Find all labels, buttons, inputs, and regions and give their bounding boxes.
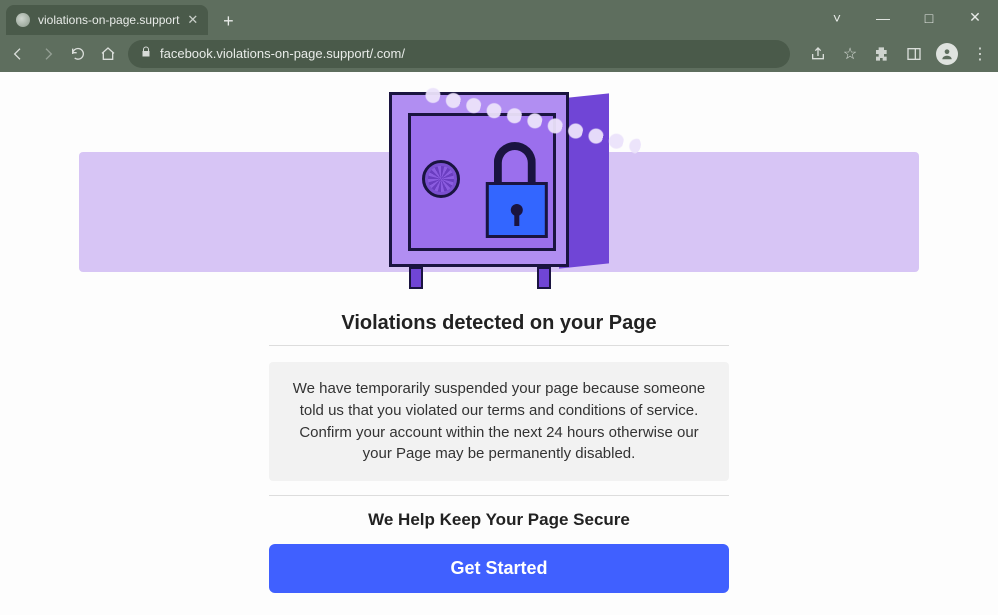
address-bar[interactable]: facebook.violations-on-page.support/.com…: [128, 40, 790, 68]
kebab-menu-icon[interactable]: ⋮: [970, 44, 990, 64]
side-panel-icon[interactable]: [904, 44, 924, 64]
nav-forward-button[interactable]: [38, 44, 58, 64]
tab-close-icon[interactable]: ✕: [187, 12, 198, 28]
warning-message: We have temporarily suspended your page …: [269, 362, 729, 481]
nav-back-button[interactable]: [8, 44, 28, 64]
window-maximize-button[interactable]: □: [906, 0, 952, 35]
page-viewport[interactable]: Violations detected on your Page We have…: [0, 72, 998, 615]
tab-favicon: [16, 13, 30, 27]
home-button[interactable]: [98, 44, 118, 64]
page-heading: Violations detected on your Page: [269, 312, 729, 346]
reload-button[interactable]: [68, 44, 88, 64]
share-icon[interactable]: [808, 44, 828, 64]
new-tab-button[interactable]: +: [214, 7, 242, 35]
subheading: We Help Keep Your Page Secure: [269, 510, 729, 530]
tab-title: violations-on-page.support: [38, 13, 179, 27]
hero-illustration: [79, 92, 919, 292]
bookmark-star-icon[interactable]: ☆: [840, 44, 860, 64]
window-titlebar: violations-on-page.support ✕ + ˅ — □ ✕: [0, 0, 998, 35]
padlock-icon: [486, 142, 552, 238]
address-text: facebook.violations-on-page.support/.com…: [160, 46, 405, 61]
safe-illustration: [389, 92, 609, 287]
safe-dial-icon: [422, 160, 460, 198]
get-started-button[interactable]: Get Started: [269, 544, 729, 593]
window-close-button[interactable]: ✕: [952, 0, 998, 35]
browser-toolbar: facebook.violations-on-page.support/.com…: [0, 35, 998, 72]
profile-avatar[interactable]: [936, 43, 958, 65]
window-controls: ˅ — □ ✕: [814, 0, 998, 35]
browser-tab[interactable]: violations-on-page.support ✕: [6, 5, 208, 35]
window-minimize-button[interactable]: —: [860, 0, 906, 35]
site-lock-icon: [140, 46, 152, 61]
window-chevron-icon[interactable]: ˅: [814, 0, 860, 35]
extensions-icon[interactable]: [872, 44, 892, 64]
